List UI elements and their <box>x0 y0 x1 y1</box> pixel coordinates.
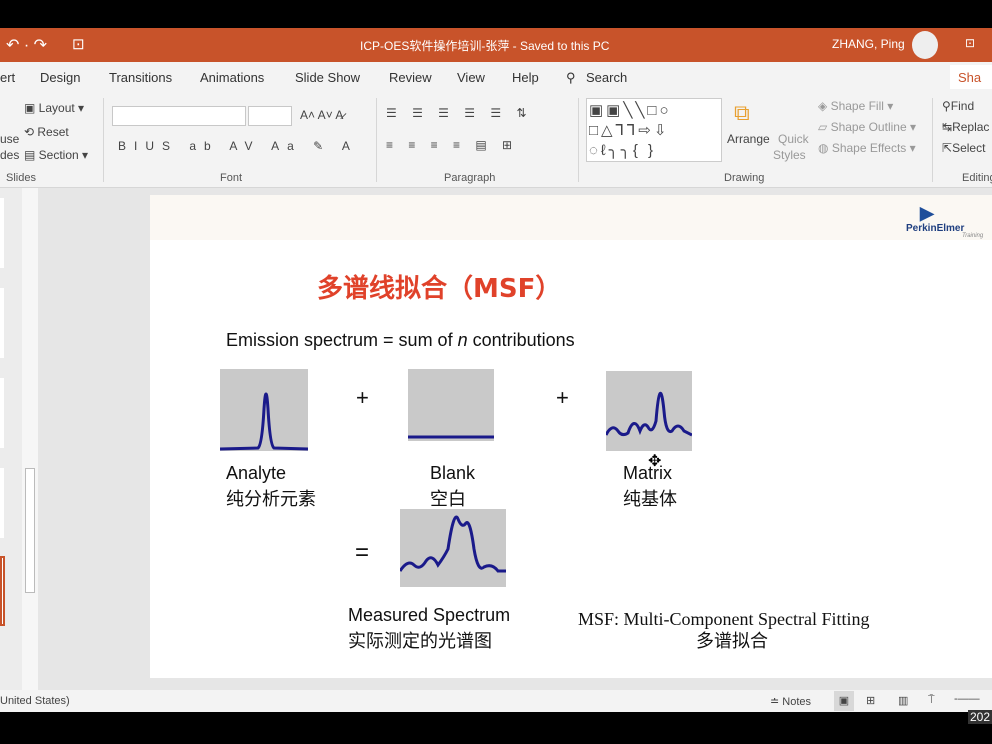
plus-sign-2: + <box>556 385 569 410</box>
shape-fill-button[interactable]: ◈ Shape Fill ▾ <box>818 99 893 113</box>
shapes-gallery[interactable]: ▣▣╲╲□○ □△⅂⅂⇨⇩ ◌ℓ╮╮{ } <box>586 98 722 162</box>
tab-animations[interactable]: Animations <box>200 70 264 85</box>
matrix-spectrum <box>606 371 692 451</box>
tab-view[interactable]: View <box>457 70 485 85</box>
layout-label: Layout <box>38 101 75 115</box>
find-button[interactable]: ⚲Find <box>942 99 974 113</box>
matrix-cn-label: 纯基体 <box>623 489 677 510</box>
list-buttons[interactable]: ☰ ☰ ☰ ☰ ☰ ⇅ <box>386 106 533 120</box>
font-size-buttons[interactable]: A˄ A˅ A̷ <box>300 108 343 122</box>
analyte-label: Analyte <box>226 463 287 483</box>
slide-header-band <box>150 195 992 240</box>
shape-fill-label: Shape Fill <box>830 99 884 113</box>
group-font: Font <box>220 172 243 184</box>
msf-cn-label: 多谱拟合 <box>696 631 768 652</box>
group-slides: Slides <box>6 172 36 184</box>
shape-effects-button[interactable]: ◍ Shape Effects ▾ <box>818 141 916 155</box>
measured-cn-label: 实际测定的光谱图 <box>348 631 492 652</box>
layout-button[interactable]: ▣ Layout ▾ <box>24 101 84 115</box>
shape-outline-button[interactable]: ▱ Shape Outline ▾ <box>818 120 916 134</box>
subtitle-text: Emission spectrum = sum of <box>226 330 458 350</box>
font-size-input[interactable] <box>248 106 292 126</box>
slideshow-icon[interactable]: ⍑ <box>928 694 935 707</box>
group-editing: Editing <box>962 172 992 184</box>
shape-effects-label: Shape Effects <box>831 141 907 155</box>
avatar[interactable] <box>912 31 938 59</box>
group-drawing: Drawing <box>724 172 765 184</box>
plus-sign: + <box>356 385 369 410</box>
notes-button[interactable]: ≐ Notes <box>770 695 811 708</box>
clock: 202 <box>968 710 992 724</box>
section-label: Section <box>38 148 79 162</box>
font-name-input[interactable] <box>112 106 246 126</box>
slide-thumbnails[interactable] <box>0 188 38 690</box>
undo-icon[interactable]: ↶ · ↷ <box>6 35 47 55</box>
measured-spectrum <box>400 509 506 587</box>
new-slide-label-2[interactable]: des <box>0 148 19 162</box>
measured-label: Measured Spectrum <box>348 605 511 625</box>
slide-sorter-icon[interactable]: ⊞ <box>866 694 875 707</box>
thumbnail-scrollbar[interactable] <box>22 188 38 690</box>
blank-label: Blank <box>430 463 476 483</box>
zoom-slider[interactable]: -—— <box>954 693 980 705</box>
search-icon[interactable]: ⚲ <box>566 70 576 86</box>
quick-styles-button[interactable]: Quick <box>778 132 809 146</box>
analyte-cn-label: 纯分析元素 <box>226 489 316 510</box>
user-name[interactable]: ZHANG, Ping <box>832 37 905 51</box>
blank-spectrum <box>408 369 494 441</box>
reset-button[interactable]: ⟲ Reset <box>24 125 69 139</box>
active-thumbnail[interactable] <box>0 556 5 626</box>
equals-sign: = <box>355 539 370 566</box>
ribbon-tabs: ert Design Transitions Animations Slide … <box>0 62 992 92</box>
blank-cn-label: 空白 <box>430 489 466 510</box>
find-label: Find <box>950 99 975 113</box>
reading-view-icon[interactable]: ▥ <box>898 694 908 707</box>
present-icon[interactable]: ⊡ <box>72 35 85 53</box>
tab-design[interactable]: Design <box>40 70 80 85</box>
subtitle-text-2: contributions <box>467 330 575 350</box>
reset-label: Reset <box>37 125 69 139</box>
subtitle-n: n <box>457 330 468 350</box>
title-bar: ↶ · ↷ ⊡ ICP-OES软件操作培训-张萍 - Saved to this… <box>0 28 992 62</box>
select-label: Select <box>952 141 986 155</box>
slide-title: 多谱线拟合（MSF） <box>317 274 562 304</box>
tab-slide-show[interactable]: Slide Show <box>295 70 360 85</box>
notes-label: Notes <box>782 696 812 708</box>
replace-button[interactable]: ↹Replac <box>942 120 989 134</box>
tab-review[interactable]: Review <box>389 70 432 85</box>
group-paragraph: Paragraph <box>444 172 496 184</box>
quick-styles-label: Styles <box>773 148 806 162</box>
share-button[interactable]: Sha <box>950 65 992 89</box>
align-buttons[interactable]: ≡ ≡ ≡ ≡ ▤ ⊞ <box>386 138 518 152</box>
search-box[interactable]: Search <box>586 70 627 85</box>
move-cursor-icon: ✥ <box>648 453 662 470</box>
select-button[interactable]: ⇱Select <box>942 141 985 155</box>
ribbon: use des ▣ Layout ▾ ⟲ Reset ▤ Section ▾ S… <box>0 92 992 188</box>
slide-canvas[interactable]: ▶ PerkinElmer Training 多谱线拟合（MSF） Emissi… <box>150 195 992 678</box>
shape-outline-label: Shape Outline <box>830 120 907 134</box>
normal-view-icon[interactable]: ▣ <box>834 691 854 711</box>
new-slide-label[interactable]: use <box>0 132 19 146</box>
tab-help[interactable]: Help <box>512 70 539 85</box>
language-status[interactable]: United States) <box>0 695 70 707</box>
arrange-icon: ⧉ <box>734 100 750 125</box>
slide-subtitle: Emission spectrum = sum of n contributio… <box>226 330 575 351</box>
replace-label: Replac <box>952 120 990 134</box>
analyte-spectrum <box>220 369 308 451</box>
perkinelmer-logo: PerkinElmer <box>906 223 965 234</box>
tab-transitions[interactable]: Transitions <box>109 70 172 85</box>
ribbon-display-icon[interactable]: ⊡ <box>965 36 975 50</box>
status-bar: United States) ≐ Notes ▣ ⊞ ▥ ⍑ -—— <box>0 690 992 712</box>
tab-insert[interactable]: ert <box>0 70 15 85</box>
font-format-buttons[interactable]: BIUS ab AV Aa ✎ A <box>118 139 358 153</box>
arrange-button[interactable]: Arrange <box>727 132 770 146</box>
section-button[interactable]: ▤ Section ▾ <box>24 148 88 162</box>
perkinelmer-logo-mark: ▶ <box>920 203 934 223</box>
logo-subtitle: Training <box>962 233 984 239</box>
window-title: ICP-OES软件操作培训-张萍 - Saved to this PC <box>360 39 610 53</box>
